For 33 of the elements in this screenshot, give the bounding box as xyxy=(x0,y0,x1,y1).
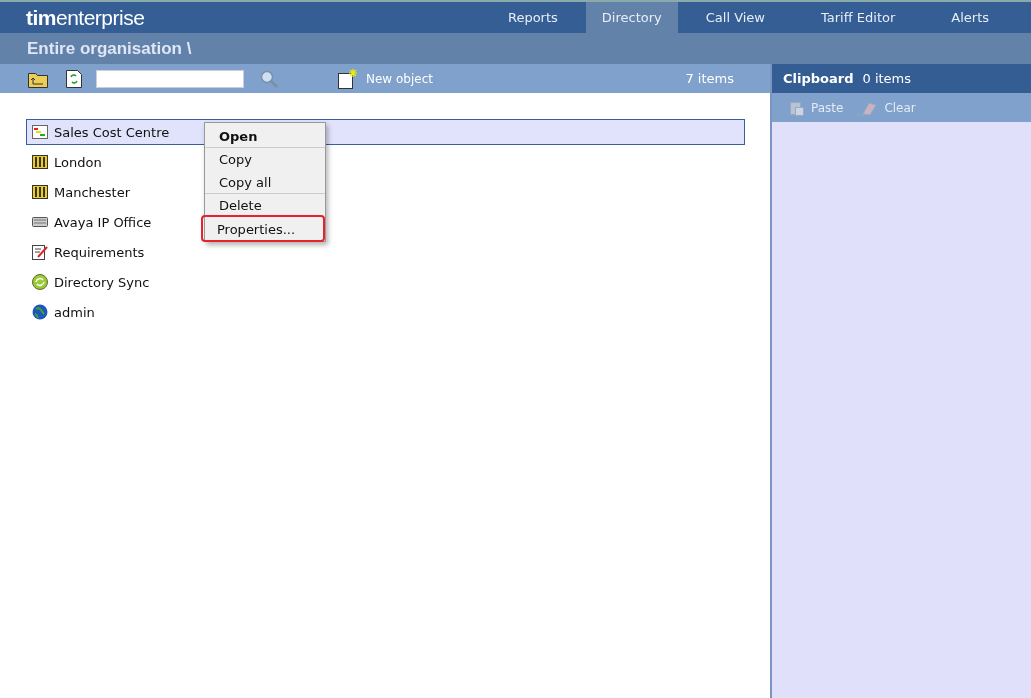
new-document-icon xyxy=(338,68,358,89)
logo: timenterprise xyxy=(25,4,145,31)
sync-icon xyxy=(32,274,48,290)
nav-tab[interactable]: Alerts xyxy=(923,2,1017,33)
search-icon xyxy=(260,69,278,88)
menu-item[interactable]: Copy xyxy=(205,147,325,170)
server-icon xyxy=(32,215,48,229)
clipboard-count: 0 items xyxy=(862,71,912,86)
building-icon xyxy=(32,185,48,199)
directory-item[interactable]: London xyxy=(26,149,107,175)
eraser-icon xyxy=(857,99,878,116)
nav-tab[interactable]: Reports xyxy=(479,2,586,33)
directory-item[interactable]: Requirements xyxy=(26,239,150,265)
directory-item[interactable]: Avaya IP Office xyxy=(26,209,157,235)
chart-sheet-icon xyxy=(32,125,48,139)
nav-tab[interactable]: Tariff Editor xyxy=(793,2,924,33)
breadcrumb: Entire organisation \ xyxy=(0,33,1031,64)
directory-item[interactable]: Manchester xyxy=(26,179,136,205)
directory-item[interactable]: Directory Sync xyxy=(26,269,155,295)
edit-document-icon xyxy=(32,244,48,260)
building-icon xyxy=(32,155,48,169)
clipboard-title: Clipboard xyxy=(783,71,854,86)
menu-item[interactable]: Open xyxy=(205,124,325,147)
menu-item[interactable]: Copy all xyxy=(205,170,325,193)
clipboard-icon xyxy=(790,99,804,116)
globe-icon xyxy=(32,304,48,320)
item-count: 7 items xyxy=(685,71,734,86)
refresh-icon xyxy=(66,69,82,88)
nav-tab[interactable]: Call View xyxy=(677,2,793,33)
menu-item[interactable]: Properties... xyxy=(203,217,323,240)
directory-item[interactable]: admin xyxy=(26,299,100,325)
menu-item[interactable]: Delete xyxy=(205,193,325,216)
search-field[interactable] xyxy=(96,69,244,88)
